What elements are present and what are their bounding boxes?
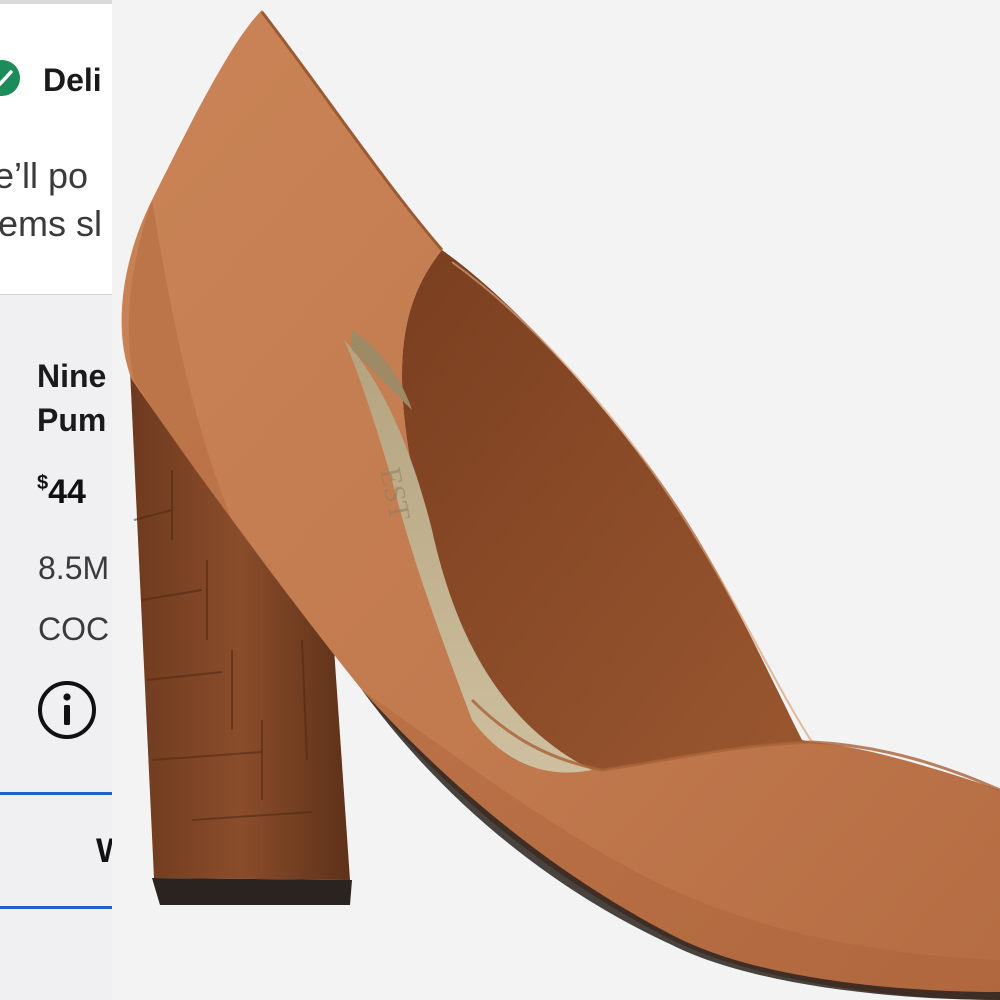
check-circle-icon xyxy=(0,60,20,96)
price-amount: 44 xyxy=(48,473,86,511)
product-image[interactable]: EST xyxy=(112,0,1000,1000)
delivery-section: Deli e’ll po ems sl xyxy=(0,4,112,295)
item-name-line-2[interactable]: Pum xyxy=(37,400,106,440)
item-name-line-1[interactable]: Nine xyxy=(37,356,106,396)
item-color: COC xyxy=(38,611,110,647)
order-item-card: Nine Pum $44 8.5M COC xyxy=(0,296,112,796)
screen: Deli e’ll po ems sl Nine Pum $44 8.5M CO… xyxy=(0,0,1000,1000)
pump-shoe-illustration: EST xyxy=(112,0,1000,1000)
item-price: $44 xyxy=(37,472,86,512)
price-currency: $ xyxy=(37,472,49,494)
item-action-button[interactable]: W xyxy=(0,795,112,906)
order-panel: Deli e’ll po ems sl Nine Pum $44 8.5M CO… xyxy=(0,0,112,1000)
item-size: 8.5M xyxy=(38,550,110,586)
info-icon[interactable] xyxy=(37,680,97,740)
delivery-title: Deli xyxy=(43,62,102,98)
delivery-message-line-2: ems sl xyxy=(0,203,103,244)
button-bottom-border xyxy=(0,906,112,909)
action-button-label: W xyxy=(96,831,112,871)
delivery-message-line-1: e’ll po xyxy=(0,155,89,196)
